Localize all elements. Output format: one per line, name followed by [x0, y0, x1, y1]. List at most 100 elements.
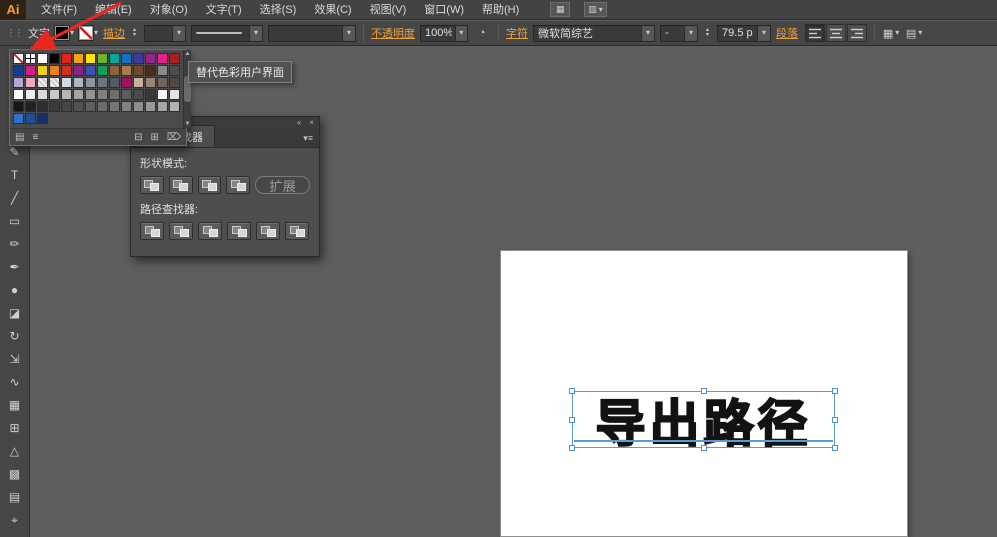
- swatch[interactable]: [121, 101, 132, 112]
- font-style-combo[interactable]: - ▾: [660, 24, 699, 42]
- swatch[interactable]: [109, 53, 120, 64]
- swatch-kinds-icon[interactable]: ≡: [32, 132, 38, 143]
- menu-effect[interactable]: 效果(C): [305, 0, 360, 20]
- pathfinder-minus-back-button[interactable]: [285, 222, 309, 240]
- swatch[interactable]: [13, 101, 24, 112]
- menu-view[interactable]: 视图(V): [361, 0, 416, 20]
- swatch-pattern[interactable]: [49, 77, 60, 88]
- font-size-stepper[interactable]: ▴ ▾: [703, 27, 712, 38]
- menu-type[interactable]: 文字(T): [197, 0, 251, 20]
- swatch[interactable]: [97, 89, 108, 100]
- pathfinder-minus-front-button[interactable]: [168, 176, 193, 194]
- align-right-button[interactable]: [847, 24, 868, 42]
- swatch[interactable]: [37, 113, 48, 124]
- width-profile-combo[interactable]: ▾: [191, 24, 264, 42]
- line-segment-tool[interactable]: ╱: [3, 190, 27, 206]
- swatch[interactable]: [73, 89, 84, 100]
- menu-window[interactable]: 窗口(W): [415, 0, 473, 20]
- chevron-down-icon[interactable]: ▾: [70, 29, 74, 37]
- eraser-tool[interactable]: ◪: [3, 305, 27, 321]
- swatch[interactable]: [37, 101, 48, 112]
- stroke-weight-combo[interactable]: ▾: [144, 24, 187, 42]
- pen-tool[interactable]: ✎: [3, 144, 27, 160]
- swatch[interactable]: [121, 53, 132, 64]
- blob-brush-tool[interactable]: ●: [3, 282, 27, 298]
- paragraph-link[interactable]: 段落: [776, 25, 798, 41]
- swatch[interactable]: [85, 53, 96, 64]
- new-swatch-icon[interactable]: ⊞: [150, 132, 158, 143]
- align-panel-dropdown[interactable]: ▦ ▾: [882, 25, 900, 42]
- swatch[interactable]: [97, 53, 108, 64]
- menu-file[interactable]: 文件(F): [32, 0, 86, 20]
- selection-handle[interactable]: [569, 388, 575, 394]
- pathfinder-intersect-button[interactable]: [197, 176, 222, 194]
- selection-handle[interactable]: [832, 445, 838, 451]
- swatch[interactable]: [25, 89, 36, 100]
- spinner-down-icon[interactable]: ▾: [703, 32, 712, 38]
- swatch[interactable]: [73, 77, 84, 88]
- pathfinder-trim-button[interactable]: [169, 222, 193, 240]
- swatch[interactable]: [157, 77, 168, 88]
- mesh-tool[interactable]: ▩: [3, 466, 27, 482]
- swatch-none[interactable]: [13, 53, 24, 64]
- free-transform-tool[interactable]: ▦: [3, 397, 27, 413]
- panel-menu-icon[interactable]: ▾≡: [297, 133, 319, 147]
- swatch[interactable]: [85, 77, 96, 88]
- swatch[interactable]: [169, 77, 180, 88]
- swatch[interactable]: [73, 101, 84, 112]
- menu-object[interactable]: 对象(O): [141, 0, 197, 20]
- artboard-text[interactable]: 导出路径: [573, 392, 834, 454]
- scroll-down-icon[interactable]: ▼: [185, 121, 191, 127]
- swatch[interactable]: [145, 65, 156, 76]
- swatch[interactable]: [61, 65, 72, 76]
- swatch[interactable]: [61, 77, 72, 88]
- swatch[interactable]: [133, 65, 144, 76]
- swatch[interactable]: [109, 65, 120, 76]
- swatch[interactable]: [13, 113, 24, 124]
- width-tool[interactable]: ∿: [3, 374, 27, 390]
- pencil-tool[interactable]: ✒: [3, 259, 27, 275]
- chevron-down-icon[interactable]: ▾: [641, 25, 655, 41]
- swatch[interactable]: [133, 77, 144, 88]
- panel-grip[interactable]: ⋮⋮: [6, 28, 24, 39]
- selection-handle[interactable]: [569, 416, 575, 423]
- swatch[interactable]: [157, 65, 168, 76]
- swatch[interactable]: [157, 101, 168, 112]
- transform-panel-dropdown[interactable]: ▤ ▾: [905, 25, 923, 42]
- swatch[interactable]: [121, 65, 132, 76]
- swatch[interactable]: [85, 101, 96, 112]
- swatch[interactable]: [157, 53, 168, 64]
- swatch[interactable]: [169, 53, 180, 64]
- swatch[interactable]: [133, 53, 144, 64]
- swatch[interactable]: [25, 65, 36, 76]
- selection-handle[interactable]: [700, 388, 707, 394]
- swatch[interactable]: [109, 101, 120, 112]
- swatch[interactable]: [169, 89, 180, 100]
- selection-handle[interactable]: [832, 416, 838, 423]
- swatch[interactable]: [73, 53, 84, 64]
- swatch[interactable]: [13, 77, 24, 88]
- chevron-down-icon[interactable]: ▾: [757, 25, 771, 41]
- swatch[interactable]: [157, 89, 168, 100]
- align-center-button[interactable]: [826, 24, 847, 42]
- rotate-tool[interactable]: ↻: [3, 328, 27, 344]
- collapse-to-icons-icon[interactable]: «: [297, 117, 301, 129]
- perspective-grid-tool[interactable]: △: [3, 443, 27, 459]
- swatch[interactable]: [85, 65, 96, 76]
- swatch[interactable]: [73, 65, 84, 76]
- swatch[interactable]: [61, 89, 72, 100]
- chevron-down-icon[interactable]: ▾: [454, 25, 468, 41]
- swatch[interactable]: [97, 101, 108, 112]
- type-tool[interactable]: T: [3, 167, 27, 183]
- app-logo[interactable]: Ai: [0, 0, 26, 20]
- eyedropper-tool[interactable]: ⌖: [3, 512, 27, 528]
- swatch[interactable]: [13, 89, 24, 100]
- opacity-link[interactable]: 不透明度: [371, 25, 415, 41]
- swatch[interactable]: [37, 65, 48, 76]
- swatch[interactable]: [61, 101, 72, 112]
- paintbrush-tool[interactable]: ✏: [3, 236, 27, 252]
- pathfinder-crop-button[interactable]: [227, 222, 251, 240]
- swatch[interactable]: [145, 89, 156, 100]
- pathfinder-outline-button[interactable]: [256, 222, 280, 240]
- scale-tool[interactable]: ⇲: [3, 351, 27, 367]
